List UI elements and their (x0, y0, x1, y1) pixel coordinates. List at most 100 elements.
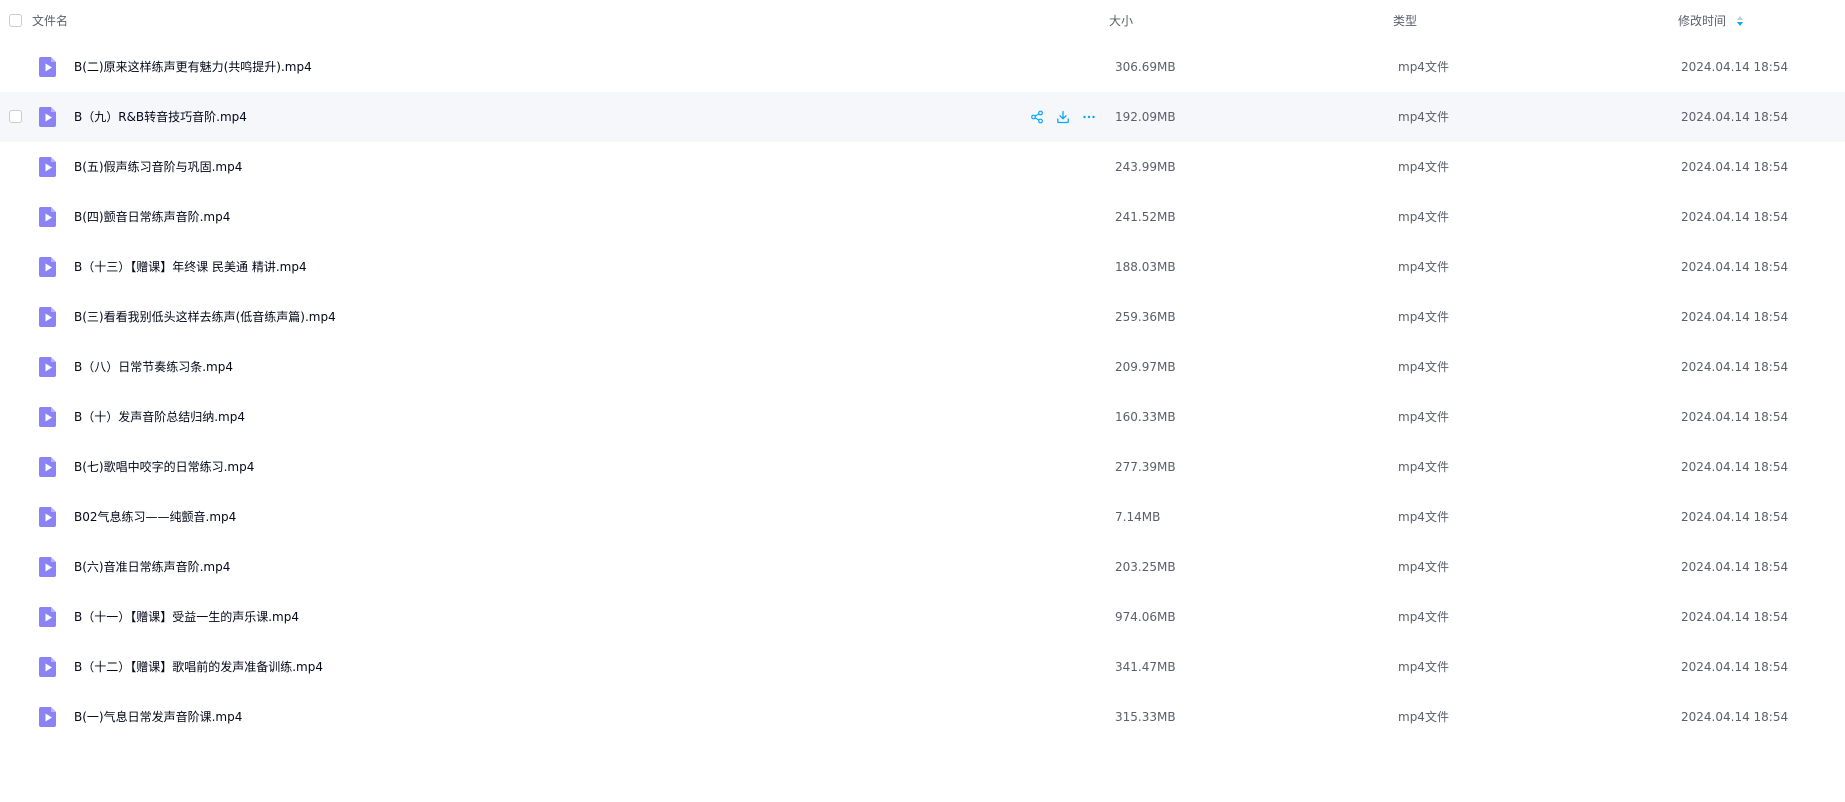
column-header-size[interactable]: 大小 (1109, 13, 1133, 29)
file-name[interactable]: B(一)气息日常发声音阶课.mp4 (74, 709, 242, 725)
share-button[interactable] (1028, 108, 1046, 126)
more-button[interactable] (1080, 108, 1098, 126)
video-file-icon (39, 507, 56, 527)
file-size: 192.09MB (1115, 110, 1176, 124)
file-size: 277.39MB (1115, 460, 1176, 474)
column-header-name[interactable]: 文件名 (32, 13, 68, 29)
file-name[interactable]: B（八）日常节奏练习条.mp4 (74, 359, 233, 375)
file-type: mp4文件 (1398, 460, 1449, 474)
file-type: mp4文件 (1398, 610, 1449, 624)
file-type: mp4文件 (1398, 510, 1449, 524)
table-row[interactable]: B(二)原来这样练声更有魅力(共鸣提升).mp4 306.69MB mp4文件 … (0, 42, 1845, 92)
file-size: 7.14MB (1115, 510, 1161, 524)
video-file-icon (39, 107, 56, 127)
table-row[interactable]: B（八）日常节奏练习条.mp4 209.97MB mp4文件 2024.04.1… (0, 342, 1845, 392)
file-modified-time: 2024.04.14 18:54 (1681, 310, 1789, 324)
file-type: mp4文件 (1398, 60, 1449, 74)
file-type: mp4文件 (1398, 310, 1449, 324)
file-name[interactable]: B(七)歌唱中咬字的日常练习.mp4 (74, 459, 254, 475)
file-name[interactable]: B(五)假声练习音阶与巩固.mp4 (74, 159, 242, 175)
table-row[interactable]: B（十一）【赠课】受益一生的声乐课.mp4 974.06MB mp4文件 202… (0, 592, 1845, 642)
table-row[interactable]: B（十三）【赠课】年终课 民美通 精讲.mp4 188.03MB mp4文件 2… (0, 242, 1845, 292)
file-modified-time: 2024.04.14 18:54 (1681, 710, 1789, 724)
table-row[interactable]: B(六)音准日常练声音阶.mp4 203.25MB mp4文件 2024.04.… (0, 542, 1845, 592)
file-type: mp4文件 (1398, 710, 1449, 724)
file-type: mp4文件 (1398, 110, 1449, 124)
file-size: 203.25MB (1115, 560, 1176, 574)
file-type: mp4文件 (1398, 560, 1449, 574)
file-modified-time: 2024.04.14 18:54 (1681, 410, 1789, 424)
file-modified-time: 2024.04.14 18:54 (1681, 210, 1789, 224)
row-actions (1028, 108, 1098, 126)
table-row[interactable]: B（十二）【赠课】歌唱前的发声准备训练.mp4 341.47MB mp4文件 2… (0, 642, 1845, 692)
file-name[interactable]: B（九）R&B转音技巧音阶.mp4 (74, 109, 247, 125)
table-header: 文件名 大小 类型 修改时间 (0, 0, 1845, 42)
file-name[interactable]: B（十一）【赠课】受益一生的声乐课.mp4 (74, 609, 299, 625)
file-name[interactable]: B（十）发声音阶总结归纳.mp4 (74, 409, 245, 425)
file-type: mp4文件 (1398, 360, 1449, 374)
file-type: mp4文件 (1398, 210, 1449, 224)
video-file-icon (39, 357, 56, 377)
file-type: mp4文件 (1398, 660, 1449, 674)
file-modified-time: 2024.04.14 18:54 (1681, 260, 1789, 274)
file-type: mp4文件 (1398, 410, 1449, 424)
table-row[interactable]: B（九）R&B转音技巧音阶.mp4 192.09MB mp4文件 2024.04… (0, 92, 1845, 142)
file-size: 315.33MB (1115, 710, 1176, 724)
select-all-checkbox[interactable] (9, 14, 22, 27)
video-file-icon (39, 607, 56, 627)
file-size: 241.52MB (1115, 210, 1176, 224)
sort-desc-icon[interactable] (1736, 15, 1744, 27)
file-size: 259.36MB (1115, 310, 1176, 324)
video-file-icon (39, 257, 56, 277)
table-row[interactable]: B(七)歌唱中咬字的日常练习.mp4 277.39MB mp4文件 2024.0… (0, 442, 1845, 492)
file-name[interactable]: B（十三）【赠课】年终课 民美通 精讲.mp4 (74, 259, 307, 275)
file-list-table: 文件名 大小 类型 修改时间 B(二)原来这样练声更有魅力(共鸣提升).mp4 (0, 0, 1845, 802)
video-file-icon (39, 157, 56, 177)
file-size: 209.97MB (1115, 360, 1176, 374)
download-button[interactable] (1054, 108, 1072, 126)
file-name[interactable]: B(二)原来这样练声更有魅力(共鸣提升).mp4 (74, 59, 312, 75)
row-checkbox[interactable] (9, 110, 22, 123)
file-size: 188.03MB (1115, 260, 1176, 274)
share-icon (1031, 110, 1043, 124)
file-modified-time: 2024.04.14 18:54 (1681, 660, 1789, 674)
file-modified-time: 2024.04.14 18:54 (1681, 60, 1789, 74)
file-modified-time: 2024.04.14 18:54 (1681, 610, 1789, 624)
table-row[interactable]: B(五)假声练习音阶与巩固.mp4 243.99MB mp4文件 2024.04… (0, 142, 1845, 192)
video-file-icon (39, 657, 56, 677)
table-row[interactable]: B02气息练习——纯颤音.mp4 7.14MB mp4文件 2024.04.14… (0, 492, 1845, 542)
file-type: mp4文件 (1398, 260, 1449, 274)
file-size: 243.99MB (1115, 160, 1176, 174)
video-file-icon (39, 707, 56, 727)
file-name[interactable]: B02气息练习——纯颤音.mp4 (74, 509, 236, 525)
download-icon (1057, 110, 1069, 124)
table-row[interactable]: B(三)看看我别低头这样去练声(低音练声篇).mp4 259.36MB mp4文… (0, 292, 1845, 342)
column-header-modified-time[interactable]: 修改时间 (1678, 13, 1726, 29)
video-file-icon (39, 207, 56, 227)
file-name[interactable]: B（十二）【赠课】歌唱前的发声准备训练.mp4 (74, 659, 323, 675)
column-header-type[interactable]: 类型 (1393, 13, 1417, 29)
file-size: 974.06MB (1115, 610, 1176, 624)
file-name[interactable]: B(六)音准日常练声音阶.mp4 (74, 559, 230, 575)
file-rows: B(二)原来这样练声更有魅力(共鸣提升).mp4 306.69MB mp4文件 … (0, 42, 1845, 742)
file-modified-time: 2024.04.14 18:54 (1681, 360, 1789, 374)
file-size: 306.69MB (1115, 60, 1176, 74)
file-size: 341.47MB (1115, 660, 1176, 674)
file-type: mp4文件 (1398, 160, 1449, 174)
file-modified-time: 2024.04.14 18:54 (1681, 510, 1789, 524)
file-modified-time: 2024.04.14 18:54 (1681, 110, 1789, 124)
video-file-icon (39, 57, 56, 77)
table-row[interactable]: B(四)颤音日常练声音阶.mp4 241.52MB mp4文件 2024.04.… (0, 192, 1845, 242)
table-row[interactable]: B(一)气息日常发声音阶课.mp4 315.33MB mp4文件 2024.04… (0, 692, 1845, 742)
file-modified-time: 2024.04.14 18:54 (1681, 160, 1789, 174)
file-size: 160.33MB (1115, 410, 1176, 424)
video-file-icon (39, 407, 56, 427)
file-name[interactable]: B(三)看看我别低头这样去练声(低音练声篇).mp4 (74, 309, 336, 325)
video-file-icon (39, 307, 56, 327)
video-file-icon (39, 557, 56, 577)
file-modified-time: 2024.04.14 18:54 (1681, 560, 1789, 574)
file-modified-time: 2024.04.14 18:54 (1681, 460, 1789, 474)
table-row[interactable]: B（十）发声音阶总结归纳.mp4 160.33MB mp4文件 2024.04.… (0, 392, 1845, 442)
file-name[interactable]: B(四)颤音日常练声音阶.mp4 (74, 209, 230, 225)
more-icon (1083, 115, 1095, 119)
